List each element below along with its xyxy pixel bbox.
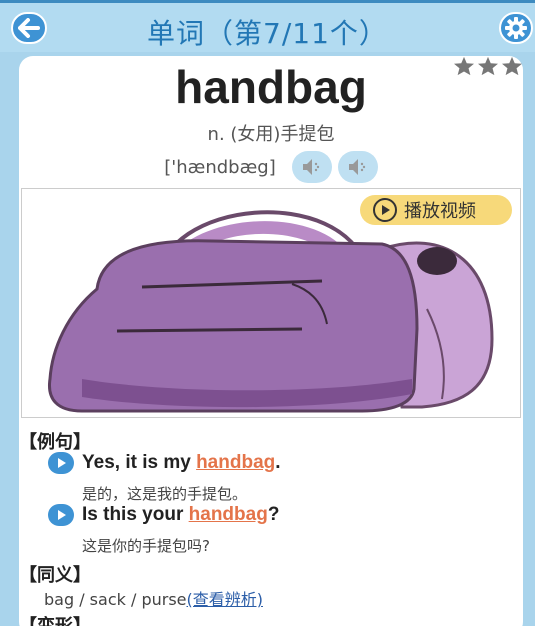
speaker-icon — [302, 159, 319, 175]
example-item: Is this your handbag? — [48, 504, 279, 526]
word-text: handbag — [175, 61, 367, 113]
settings-button[interactable] — [499, 12, 533, 44]
compare-synonyms-link[interactable]: (查看辨析) — [187, 590, 264, 609]
examples-section-title: 【例句】 — [19, 432, 91, 453]
phonetic-text: ['hændbæg] — [164, 156, 276, 178]
gear-icon — [505, 17, 527, 39]
speaker-button-us[interactable] — [337, 151, 378, 183]
example-sentence: Yes, it is my handbag. — [82, 452, 281, 473]
play-video-button[interactable]: 播放视频 — [360, 195, 512, 225]
play-video-label: 播放视频 — [404, 201, 476, 222]
word-meaning: n. (女用)手提包 — [207, 124, 335, 145]
page-title: 单词（第7/11个） — [147, 17, 388, 50]
forms-section-title: 【变形】 — [19, 612, 91, 626]
synonyms-section-title: 【同义】 — [19, 565, 91, 586]
word-illustration: 播放视频 — [21, 188, 521, 418]
speaker-button-uk[interactable] — [291, 151, 332, 183]
synonyms-list: bag / sack / purse(查看辨析) — [44, 590, 264, 609]
example-item: Yes, it is my handbag. — [48, 452, 281, 474]
play-icon[interactable] — [48, 504, 74, 526]
top-bar: 单词（第7/11个） — [0, 0, 535, 52]
highlighted-word[interactable]: handbag — [196, 452, 275, 473]
example-sentence: Is this your handbag? — [82, 504, 280, 525]
speaker-icon — [348, 159, 365, 175]
highlighted-word[interactable]: handbag — [189, 504, 268, 525]
example-translation: 这是你的手提包吗? — [82, 537, 210, 555]
play-circle-icon — [373, 198, 397, 222]
pronunciation-row: ['hændbæg] — [19, 150, 523, 184]
example-translation: 是的，这是我的手提包。 — [82, 485, 248, 503]
play-icon[interactable] — [48, 452, 74, 474]
